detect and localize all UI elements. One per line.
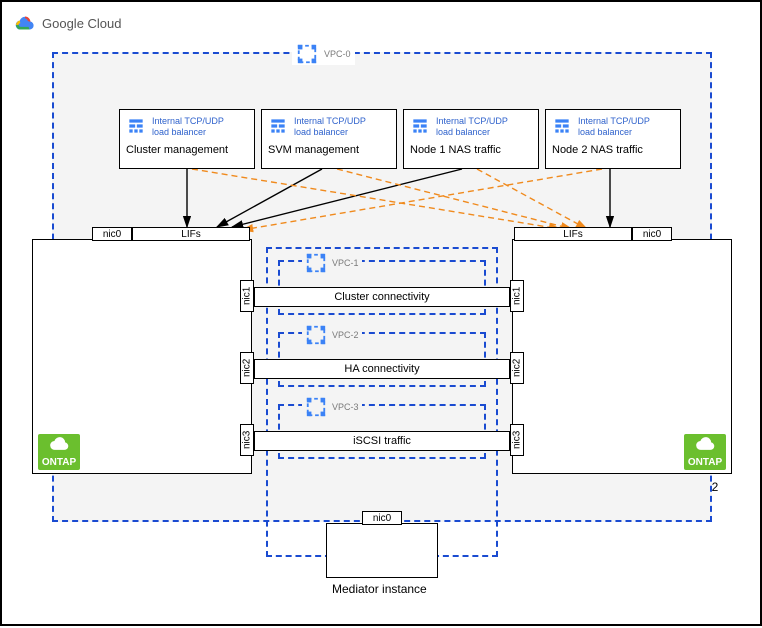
lb-svm-mgmt: Internal TCP/UDP load balancer SVM manag… [261, 109, 397, 169]
node1-lifs: LIFs [132, 227, 250, 241]
node2-lifs: LIFs [514, 227, 632, 241]
lb-type-label: Internal TCP/UDP load balancer [436, 116, 508, 138]
vpc-icon [296, 43, 318, 65]
load-balancer-icon [126, 116, 146, 136]
cloud-icon [694, 436, 716, 455]
load-balancer-icon [410, 116, 430, 136]
lb-node1-nas: Internal TCP/UDP load balancer Node 1 NA… [403, 109, 539, 169]
google-cloud-icon [14, 12, 36, 35]
vpc2-label: VPC-2 [332, 330, 359, 340]
vpc0-badge: VPC-0 [292, 43, 355, 65]
node2-nic1: nic1 [510, 280, 524, 312]
lb-cluster-mgmt: Internal TCP/UDP load balancer Cluster m… [119, 109, 255, 169]
lb-type-label: Internal TCP/UDP load balancer [152, 116, 224, 138]
node1-nic1: nic1 [240, 280, 254, 312]
node2-nic0: nic0 [632, 227, 672, 241]
ontap-badge-left: ONTAP [38, 434, 80, 470]
vpc2-badge: VPC-2 [302, 324, 362, 346]
vpc1-badge: VPC-1 [302, 252, 362, 274]
vpc-icon [305, 324, 327, 346]
ontap-text: ONTAP [42, 457, 76, 468]
vpc-icon [305, 396, 327, 418]
vpc3-label: VPC-3 [332, 402, 359, 412]
mediator-nic0: nic0 [362, 511, 402, 525]
ha-connectivity-bar: HA connectivity [254, 359, 510, 379]
lb-title: SVM management [268, 138, 390, 156]
lb-title: Node 2 NAS traffic [552, 138, 674, 156]
lb-title: Node 1 NAS traffic [410, 138, 532, 156]
iscsi-traffic-bar: iSCSI traffic [254, 431, 510, 451]
vpc3-badge: VPC-3 [302, 396, 362, 418]
lb-type-label: Internal TCP/UDP load balancer [294, 116, 366, 138]
mediator-box [326, 523, 438, 578]
node2-nic2: nic2 [510, 352, 524, 384]
gcp-logo-area: Google Cloud [14, 12, 122, 35]
ontap-text: ONTAP [688, 457, 722, 468]
lb-type-label: Internal TCP/UDP load balancer [578, 116, 650, 138]
vpc1-label: VPC-1 [332, 258, 359, 268]
cluster-connectivity-bar: Cluster connectivity [254, 287, 510, 307]
ontap-badge-right: ONTAP [684, 434, 726, 470]
cloud-icon [48, 436, 70, 455]
vpc-icon [305, 252, 327, 274]
lb-title: Cluster management [126, 138, 248, 156]
vpc0-label: VPC-0 [324, 49, 351, 59]
lb-node2-nas: Internal TCP/UDP load balancer Node 2 NA… [545, 109, 681, 169]
node1-nic0: nic0 [92, 227, 132, 241]
node2-nic3: nic3 [510, 424, 524, 456]
node1-nic2: nic2 [240, 352, 254, 384]
load-balancer-icon [552, 116, 572, 136]
mediator-label: Mediator instance [332, 582, 427, 596]
node1-nic3: nic3 [240, 424, 254, 456]
gcp-title: Google Cloud [42, 16, 122, 31]
load-balancer-icon [268, 116, 288, 136]
